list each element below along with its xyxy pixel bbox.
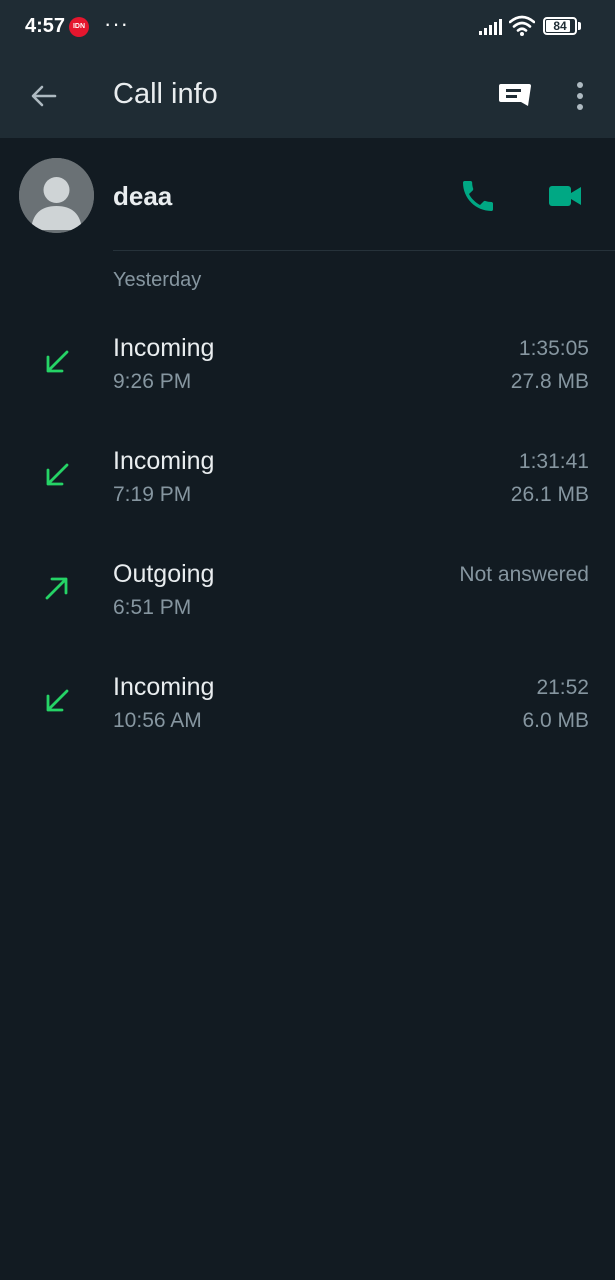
back-button[interactable] [22, 78, 66, 114]
outgoing-call-arrow-icon [45, 577, 68, 600]
call-time: 9:26 PM [113, 370, 192, 393]
call-duration: 21:52 [536, 676, 589, 699]
arrow-left-icon [31, 85, 57, 107]
call-time: 6:51 PM [113, 596, 192, 619]
contact-name: deaa [113, 181, 173, 211]
call-data-size: 6.0 MB [522, 709, 589, 732]
call-time: 7:19 PM [113, 483, 192, 506]
call-type: Outgoing [113, 560, 215, 588]
battery-level-text: 84 [553, 19, 567, 33]
call-time: 10:56 AM [113, 709, 202, 732]
battery-icon: 84 [543, 17, 577, 35]
wifi-icon [509, 15, 535, 36]
more-vertical-icon [577, 82, 583, 110]
call-duration: 1:31:41 [518, 450, 589, 473]
call-status: Not answered [459, 563, 589, 586]
call-log-item: Incoming 10:56 AM 21:52 6.0 MB [0, 657, 615, 770]
contact-row[interactable]: deaa [0, 138, 615, 250]
call-log-item: Incoming 9:26 PM 1:35:05 27.8 MB [0, 318, 615, 431]
status-bar: 4:57 IDN ··· 84 [0, 0, 615, 54]
call-type: Incoming [113, 673, 215, 701]
call-data-size: 26.1 MB [510, 483, 589, 506]
call-log-item: Incoming 7:19 PM 1:31:41 26.1 MB [0, 431, 615, 544]
status-time: 4:57 [25, 15, 66, 37]
page-title: Call info [113, 78, 218, 110]
date-section-label: Yesterday [113, 269, 202, 291]
more-options-button[interactable] [566, 76, 594, 116]
video-call-button[interactable] [544, 176, 586, 216]
incoming-call-arrow-icon [46, 689, 69, 712]
videocam-icon [549, 186, 581, 206]
battery-tip [578, 22, 581, 30]
top-app-bar: 4:57 IDN ··· 84 Call info [0, 0, 615, 138]
incoming-call-arrow-icon [46, 350, 69, 373]
message-button[interactable] [494, 78, 534, 114]
voice-call-button[interactable] [458, 176, 498, 216]
avatar[interactable] [19, 158, 94, 233]
more-notifications-icon: ··· [104, 11, 129, 36]
phone-icon [463, 181, 493, 211]
message-icon [499, 84, 531, 106]
app-header: Call info [0, 54, 615, 138]
idn-notification-icon: IDN [69, 17, 89, 37]
call-type: Incoming [113, 447, 215, 475]
signal-icon [479, 19, 502, 35]
call-duration: 1:35:05 [518, 337, 589, 360]
incoming-call-arrow-icon [46, 463, 69, 486]
call-type: Incoming [113, 334, 215, 362]
call-list: Incoming 9:26 PM 1:35:05 27.8 MB Incomin… [0, 318, 615, 770]
call-data-size: 27.8 MB [510, 370, 589, 393]
call-log-item: Outgoing 6:51 PM Not answered [0, 544, 615, 657]
divider [113, 250, 615, 251]
person-icon [19, 158, 94, 233]
